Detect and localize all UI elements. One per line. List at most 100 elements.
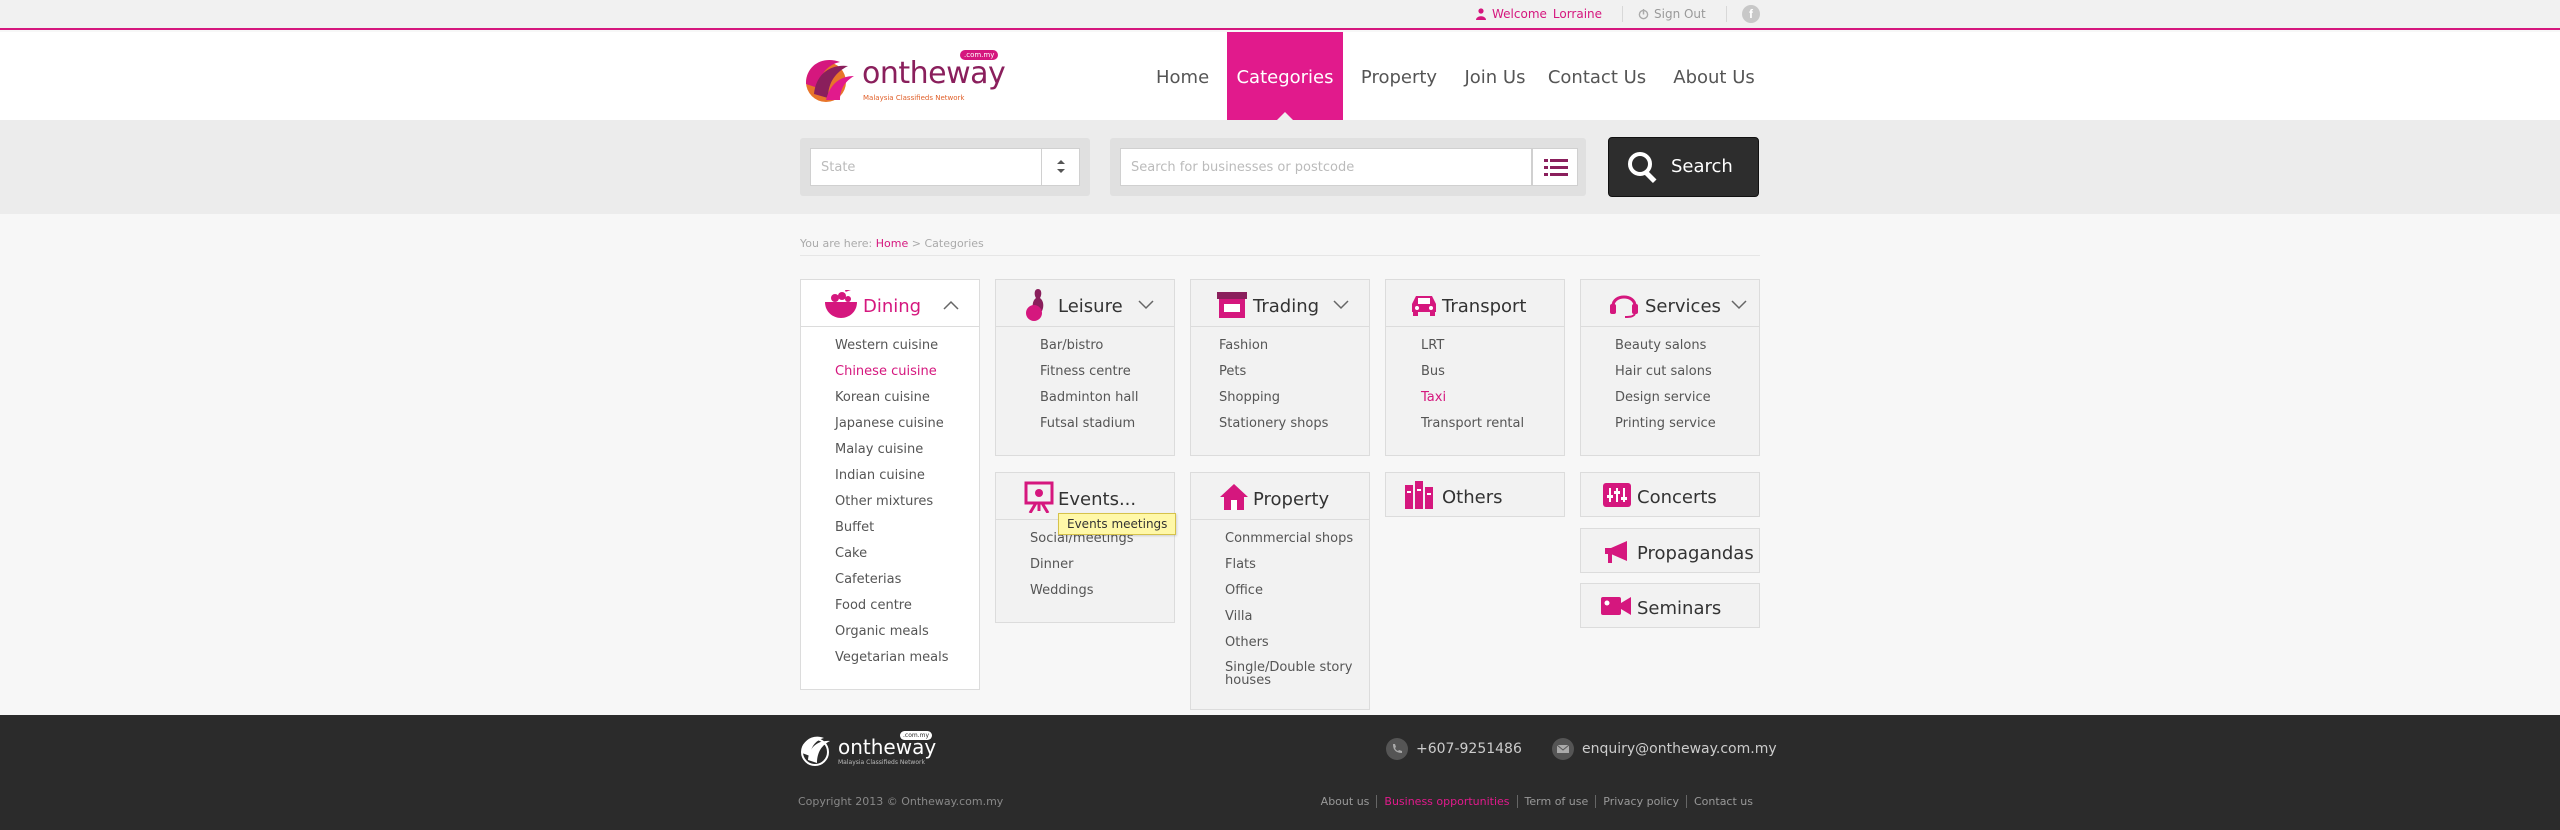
search-button[interactable]: Search <box>1608 137 1759 197</box>
list-item[interactable]: Taxi <box>1421 390 1524 416</box>
list-item[interactable]: Villa <box>1225 609 1365 635</box>
list-item[interactable]: Single/Double story houses <box>1225 661 1365 687</box>
list-item[interactable]: Western cuisine <box>835 338 949 364</box>
list-item[interactable]: Shopping <box>1219 390 1328 416</box>
list-item[interactable]: Badminton hall <box>1040 390 1139 416</box>
category-header-leisure[interactable]: Leisure <box>996 280 1174 327</box>
category-header-services[interactable]: Services <box>1581 280 1759 327</box>
category-list-dining: Western cuisine Chinese cuisine Korean c… <box>835 338 949 676</box>
footer-link-about[interactable]: About us <box>1314 795 1377 808</box>
list-item[interactable]: Pets <box>1219 364 1328 390</box>
list-item[interactable]: Design service <box>1615 390 1716 416</box>
footer-email-text: enquiry@ontheway.com.my <box>1582 741 1777 757</box>
footer-links: About us Business opportunities Term of … <box>1314 795 1760 808</box>
category-card-propagandas[interactable]: Propagandas <box>1580 528 1760 573</box>
footer-link-privacy[interactable]: Privacy policy <box>1595 795 1686 808</box>
chevron-down-icon[interactable] <box>1731 300 1747 310</box>
list-item[interactable]: Others <box>1225 635 1365 661</box>
list-item[interactable]: LRT <box>1421 338 1524 364</box>
list-item[interactable]: Fashion <box>1219 338 1328 364</box>
list-item[interactable]: Indian cuisine <box>835 468 949 494</box>
nav-categories[interactable]: Categories <box>1227 32 1343 120</box>
search-input-wrap: Search for businesses or postcode <box>1110 138 1586 196</box>
footer-link-contact[interactable]: Contact us <box>1686 795 1760 808</box>
nav-join-us[interactable]: Join Us <box>1455 32 1535 120</box>
list-item[interactable]: Bus <box>1421 364 1524 390</box>
user-icon <box>1476 8 1486 20</box>
chevron-down-icon[interactable] <box>1333 300 1349 310</box>
category-header-transport[interactable]: Transport <box>1386 280 1564 327</box>
list-item[interactable]: Chinese cuisine <box>835 364 949 390</box>
logo-tagline: Malaysia Classifieds Network <box>863 94 965 102</box>
sign-out-label: Sign Out <box>1654 7 1706 21</box>
divider <box>1726 6 1727 22</box>
list-item[interactable]: Dinner <box>1030 557 1134 583</box>
list-item[interactable]: Futsal stadium <box>1040 416 1139 442</box>
user-name: Lorraine <box>1552 7 1603 21</box>
category-title-dining: Dining <box>863 296 922 317</box>
footer-logo-domain: .com.my <box>900 731 933 740</box>
nav-property[interactable]: Property <box>1343 32 1455 120</box>
list-item[interactable]: Korean cuisine <box>835 390 949 416</box>
list-item[interactable]: Fitness centre <box>1040 364 1139 390</box>
category-card-events: Events... Social/meetings Dinner Wedding… <box>995 472 1175 623</box>
list-item[interactable]: Bar/bistro <box>1040 338 1139 364</box>
nav-about-us[interactable]: About Us <box>1659 32 1769 120</box>
list-item[interactable]: Printing service <box>1615 416 1716 442</box>
search-button-label: Search <box>1671 156 1733 177</box>
list-item[interactable]: Vegetarian meals <box>835 650 949 676</box>
list-item[interactable]: Transport rental <box>1421 416 1524 442</box>
category-header-dining[interactable]: Dining <box>801 280 979 327</box>
list-item[interactable]: Buffet <box>835 520 949 546</box>
category-header-trading[interactable]: Trading <box>1191 280 1369 327</box>
list-item[interactable]: Other mixtures <box>835 494 949 520</box>
list-item[interactable]: Japanese cuisine <box>835 416 949 442</box>
list-icon[interactable] <box>1532 148 1578 186</box>
list-item[interactable]: Office <box>1225 583 1365 609</box>
welcome-label: Welcome <box>1492 7 1547 21</box>
list-item[interactable]: Cake <box>835 546 949 572</box>
footer-logo[interactable]: ontheway .com.my Malaysia Classifieds Ne… <box>798 729 936 769</box>
copyright: Copyright 2013 © Ontheway.com.my <box>798 795 1004 808</box>
logo-mark-icon <box>806 60 854 102</box>
category-list-events: Social/meetings Dinner Weddings <box>1030 531 1134 609</box>
nav-home[interactable]: Home <box>1140 32 1227 120</box>
list-item[interactable]: Cafeterias <box>835 572 949 598</box>
list-item[interactable]: Food centre <box>835 598 949 624</box>
footer-email[interactable]: enquiry@ontheway.com.my <box>1552 738 1777 760</box>
list-item[interactable]: Conmmercial shops <box>1225 531 1365 557</box>
breadcrumb-separator: > <box>911 237 921 250</box>
list-item[interactable]: Malay cuisine <box>835 442 949 468</box>
list-item[interactable]: Beauty salons <box>1615 338 1716 364</box>
easel-icon <box>1024 481 1054 513</box>
list-item[interactable]: Organic meals <box>835 624 949 650</box>
list-item[interactable]: Weddings <box>1030 583 1134 609</box>
category-title-property: Property <box>1253 489 1330 510</box>
chevron-up-icon[interactable] <box>943 300 959 310</box>
bowl-icon <box>825 290 859 318</box>
state-select[interactable]: State <box>810 148 1080 186</box>
search-placeholder: Search for businesses or postcode <box>1131 160 1355 175</box>
list-item[interactable]: Flats <box>1225 557 1365 583</box>
category-card-concerts[interactable]: Concerts <box>1580 472 1760 517</box>
footer-link-terms[interactable]: Term of use <box>1516 795 1596 808</box>
category-card-others[interactable]: Others <box>1385 472 1565 517</box>
search-input[interactable]: Search for businesses or postcode <box>1120 148 1532 186</box>
breadcrumb-home[interactable]: Home <box>876 237 908 250</box>
footer-link-business[interactable]: Business opportunities <box>1376 795 1516 808</box>
facebook-icon[interactable]: f <box>1742 5 1760 23</box>
list-item[interactable]: Hair cut salons <box>1615 364 1716 390</box>
category-card-seminars[interactable]: Seminars <box>1580 583 1760 628</box>
select-arrows-icon[interactable] <box>1041 149 1079 185</box>
category-header-property[interactable]: Property <box>1191 473 1369 520</box>
list-item[interactable]: Stationery shops <box>1219 416 1328 442</box>
footer-phone[interactable]: +607-9251486 <box>1386 738 1522 760</box>
sign-out-link[interactable]: Sign Out <box>1638 7 1706 21</box>
category-card-trading: Trading Fashion Pets Shopping Stationery… <box>1190 279 1370 456</box>
phone-icon <box>1386 738 1408 760</box>
chevron-down-icon[interactable] <box>1138 300 1154 310</box>
nav-contact-us[interactable]: Contact Us <box>1535 32 1659 120</box>
category-list-leisure: Bar/bistro Fitness centre Badminton hall… <box>1040 338 1139 442</box>
site-logo[interactable]: ontheway .com.my Malaysia Classifieds Ne… <box>800 46 1006 108</box>
welcome-user[interactable]: Welcome Lorraine <box>1476 7 1602 21</box>
